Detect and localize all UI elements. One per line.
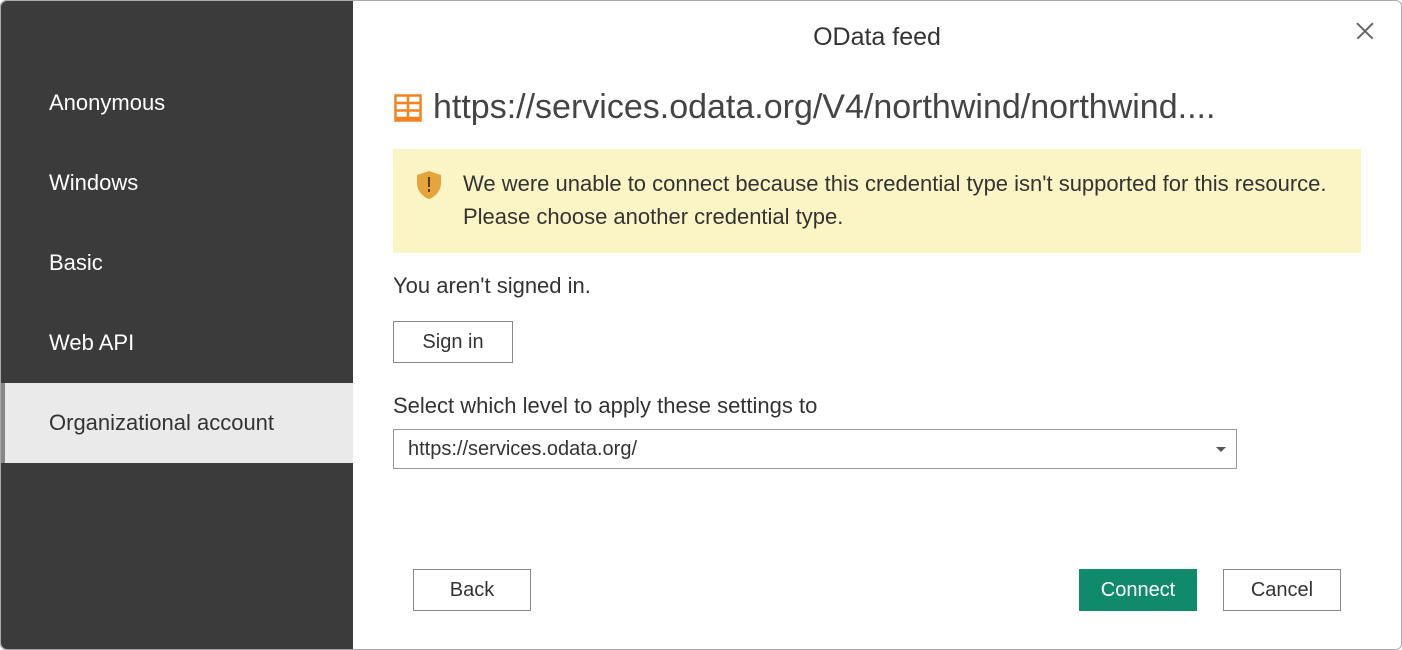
odata-credential-dialog: Anonymous Windows Basic Web API Organiza… (0, 0, 1402, 650)
dialog-title: OData feed (393, 23, 1361, 52)
sidebar-item-basic[interactable]: Basic (1, 223, 353, 303)
sidebar-item-label: Basic (49, 250, 103, 276)
cancel-button[interactable]: Cancel (1223, 569, 1341, 611)
level-select[interactable]: https://services.odata.org/ (393, 429, 1237, 469)
sidebar-item-web-api[interactable]: Web API (1, 303, 353, 383)
signed-in-status: You aren't signed in. (393, 273, 1361, 299)
feed-url-line: https://services.odata.org/V4/northwind/… (393, 88, 1361, 127)
dialog-footer: Back Connect Cancel (413, 569, 1341, 611)
chevron-down-icon (1216, 447, 1226, 452)
credential-type-sidebar: Anonymous Windows Basic Web API Organiza… (1, 1, 353, 649)
footer-right-group: Connect Cancel (1079, 569, 1341, 611)
sidebar-item-anonymous[interactable]: Anonymous (1, 63, 353, 143)
sidebar-item-label: Windows (49, 170, 138, 196)
main-panel: OData feed https://services.odata.org/V4… (353, 1, 1401, 649)
level-label: Select which level to apply these settin… (393, 393, 1361, 419)
sidebar-item-label: Organizational account (49, 410, 274, 436)
sidebar-item-organizational-account[interactable]: Organizational account (1, 383, 353, 463)
level-select-value: https://services.odata.org/ (408, 438, 637, 461)
feed-url: https://services.odata.org/V4/northwind/… (433, 88, 1215, 127)
warning-message: We were unable to connect because this c… (463, 167, 1337, 233)
sidebar-item-label: Web API (49, 330, 134, 356)
warning-banner: We were unable to connect because this c… (393, 149, 1361, 253)
odata-feed-icon (393, 93, 423, 123)
connect-button[interactable]: Connect (1079, 569, 1197, 611)
sign-in-button[interactable]: Sign in (393, 321, 513, 363)
sidebar-item-windows[interactable]: Windows (1, 143, 353, 223)
warning-shield-icon (417, 171, 441, 199)
sidebar-item-label: Anonymous (49, 90, 165, 116)
back-button[interactable]: Back (413, 569, 531, 611)
